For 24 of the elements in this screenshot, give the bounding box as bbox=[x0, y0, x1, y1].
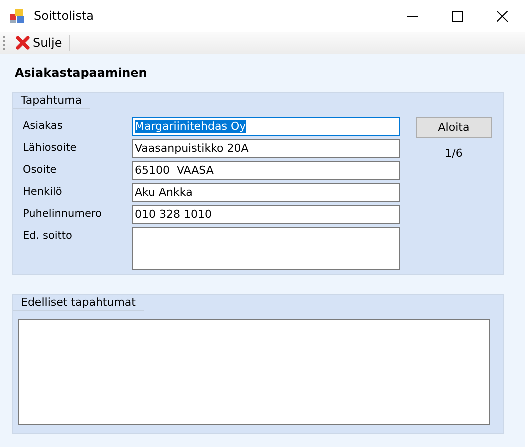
field-label: Henkilö bbox=[23, 185, 64, 200]
form-heading: Asiakastapaaminen bbox=[14, 66, 148, 82]
events-list[interactable] bbox=[18, 319, 490, 425]
field-label: Asiakas bbox=[23, 119, 64, 134]
maximize-icon[interactable] bbox=[452, 10, 463, 22]
input-field[interactable]: Vaasanpuistikko 20A bbox=[132, 139, 400, 158]
input-field[interactable]: 010 328 1010 bbox=[132, 205, 400, 224]
x-icon bbox=[16, 36, 30, 50]
window-title: Soittolista bbox=[34, 9, 94, 23]
close-button[interactable]: Sulje bbox=[13, 36, 66, 50]
app-icon bbox=[9, 8, 25, 24]
group-title: Tapahtuma bbox=[13, 93, 90, 109]
close-icon[interactable] bbox=[497, 10, 508, 22]
start-button[interactable]: Aloita bbox=[416, 117, 492, 138]
input-field[interactable]: Margariinitehdas Oy bbox=[132, 117, 400, 136]
input-field[interactable]: Aku Ankka bbox=[132, 183, 400, 202]
text-area[interactable] bbox=[132, 227, 400, 270]
field-label: Ed. soitto bbox=[23, 229, 74, 244]
input-field[interactable]: 65100 VAASA bbox=[132, 161, 400, 180]
field-label: Osoite bbox=[23, 163, 58, 178]
counter-text: 1/6 bbox=[445, 147, 463, 160]
group-title: Edelliset tapahtumat bbox=[13, 295, 144, 311]
field-label: Lähiosoite bbox=[23, 141, 78, 156]
field-label: Puhelinnumero bbox=[23, 207, 103, 222]
